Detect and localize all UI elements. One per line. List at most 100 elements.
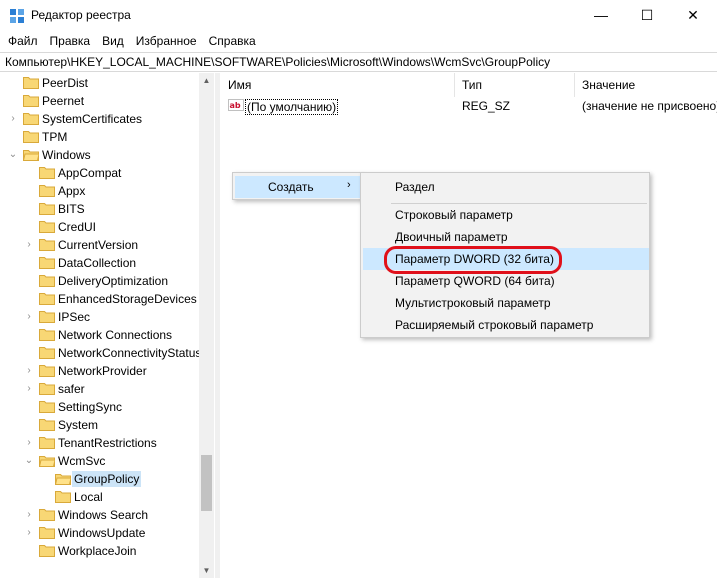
menu-help[interactable]: Справка bbox=[203, 31, 262, 51]
tree-item-label: WindowsUpdate bbox=[58, 526, 146, 540]
tree-item[interactable]: › CurrentVersion bbox=[0, 236, 200, 254]
tree-item[interactable]: EnhancedStorageDevices bbox=[0, 290, 200, 308]
menu-view[interactable]: Вид bbox=[96, 31, 130, 51]
menu-edit[interactable]: Правка bbox=[44, 31, 97, 51]
folder-icon bbox=[39, 437, 55, 449]
tree-item[interactable]: System bbox=[0, 416, 200, 434]
chevron-right-icon[interactable] bbox=[24, 347, 34, 359]
chevron-right-icon[interactable]: › bbox=[24, 509, 34, 521]
folder-icon bbox=[39, 293, 55, 305]
chevron-right-icon[interactable] bbox=[24, 257, 34, 269]
chevron-right-icon[interactable] bbox=[24, 401, 34, 413]
scroll-up-icon[interactable]: ▲ bbox=[199, 73, 214, 88]
chevron-right-icon[interactable] bbox=[40, 473, 50, 485]
tree-item[interactable]: › WindowsUpdate bbox=[0, 524, 200, 542]
window-title: Редактор реестра bbox=[31, 8, 131, 22]
tree-item[interactable]: › TenantRestrictions bbox=[0, 434, 200, 452]
folder-icon bbox=[39, 167, 55, 179]
tree-item[interactable]: CredUI bbox=[0, 218, 200, 236]
tree-item[interactable]: › SystemCertificates bbox=[0, 110, 200, 128]
chevron-right-icon[interactable] bbox=[24, 329, 34, 341]
chevron-right-icon[interactable] bbox=[24, 221, 34, 233]
tree-item[interactable]: › Windows Search bbox=[0, 506, 200, 524]
tree-item[interactable]: Network Connections bbox=[0, 326, 200, 344]
minimize-button[interactable]: — bbox=[578, 0, 624, 30]
tree-item[interactable]: Appx bbox=[0, 182, 200, 200]
scroll-down-icon[interactable]: ▼ bbox=[199, 563, 214, 578]
tree-item[interactable]: Peernet bbox=[0, 92, 200, 110]
folder-icon bbox=[39, 257, 55, 269]
chevron-right-icon[interactable]: › bbox=[24, 527, 34, 539]
table-row[interactable]: (По умолчанию) REG_SZ (значение не присв… bbox=[221, 97, 717, 115]
tree-item[interactable]: Local bbox=[0, 488, 200, 506]
folder-icon bbox=[39, 275, 55, 287]
chevron-right-icon[interactable] bbox=[24, 185, 34, 197]
column-type[interactable]: Тип bbox=[455, 73, 575, 97]
close-button[interactable]: ✕ bbox=[670, 0, 716, 30]
column-name[interactable]: Имя bbox=[221, 73, 455, 97]
tree-item[interactable]: ⌄ WcmSvc bbox=[0, 452, 200, 470]
tree-scroll-thumb[interactable] bbox=[201, 455, 212, 511]
chevron-right-icon[interactable] bbox=[24, 419, 34, 431]
tree-item-label: BITS bbox=[58, 202, 85, 216]
pane-splitter[interactable] bbox=[215, 73, 220, 578]
folder-icon bbox=[39, 185, 55, 197]
menu-item-string-value[interactable]: Строковый параметр bbox=[363, 204, 649, 226]
tree-item[interactable]: SettingSync bbox=[0, 398, 200, 416]
chevron-right-icon[interactable]: › bbox=[24, 365, 34, 377]
folder-icon bbox=[39, 311, 55, 323]
address-bar[interactable]: Компьютер\HKEY_LOCAL_MACHINE\SOFTWARE\Po… bbox=[0, 52, 717, 72]
tree-item[interactable]: › safer bbox=[0, 380, 200, 398]
chevron-right-icon[interactable]: › bbox=[24, 311, 34, 323]
tree-item[interactable]: WorkplaceJoin bbox=[0, 542, 200, 560]
menu-item-key[interactable]: Раздел bbox=[363, 176, 649, 198]
chevron-right-icon[interactable] bbox=[8, 131, 18, 143]
menu-favorites[interactable]: Избранное bbox=[130, 31, 203, 51]
tree-item[interactable]: GroupPolicy bbox=[0, 470, 200, 488]
chevron-right-icon[interactable] bbox=[40, 491, 50, 503]
menu-item-create[interactable]: Создать › bbox=[235, 176, 361, 198]
tree-item-label: Network Connections bbox=[58, 328, 173, 342]
chevron-right-icon[interactable] bbox=[8, 95, 18, 107]
menu-file[interactable]: Файл bbox=[0, 31, 44, 51]
maximize-button[interactable]: ☐ bbox=[624, 0, 670, 30]
tree-item[interactable]: DataCollection bbox=[0, 254, 200, 272]
tree-item-label: TenantRestrictions bbox=[58, 436, 157, 450]
column-value[interactable]: Значение bbox=[575, 73, 717, 97]
chevron-right-icon[interactable] bbox=[24, 275, 34, 287]
menu-item-binary-value[interactable]: Двоичный параметр bbox=[363, 226, 649, 248]
chevron-right-icon[interactable] bbox=[24, 203, 34, 215]
tree-item[interactable]: TPM bbox=[0, 128, 200, 146]
tree-item[interactable]: ⌄ Windows bbox=[0, 146, 200, 164]
menu-item-multistring-value[interactable]: Мультистроковый параметр bbox=[363, 292, 649, 314]
folder-icon bbox=[39, 419, 55, 431]
tree-item[interactable]: AppCompat bbox=[0, 164, 200, 182]
chevron-right-icon[interactable]: › bbox=[24, 437, 34, 449]
chevron-right-icon[interactable] bbox=[24, 293, 34, 305]
menu-item-label: Строковый параметр bbox=[395, 208, 513, 222]
chevron-down-icon[interactable]: ⌄ bbox=[24, 455, 34, 467]
chevron-right-icon[interactable] bbox=[8, 77, 18, 89]
chevron-right-icon[interactable] bbox=[24, 545, 34, 557]
chevron-right-icon[interactable]: › bbox=[24, 383, 34, 395]
menu-bar: Файл Правка Вид Избранное Справка bbox=[0, 31, 717, 51]
tree-item[interactable]: › IPSec bbox=[0, 308, 200, 326]
chevron-right-icon[interactable] bbox=[24, 167, 34, 179]
tree-item[interactable]: › NetworkProvider bbox=[0, 362, 200, 380]
value-name: (По умолчанию) bbox=[245, 99, 339, 115]
menu-item-expandable-string-value[interactable]: Расширяемый строковый параметр bbox=[363, 314, 649, 336]
title-bar: Редактор реестра — ☐ ✕ bbox=[0, 0, 717, 30]
tree-item[interactable]: PeerDist bbox=[0, 74, 200, 92]
registry-tree[interactable]: PeerDist Peernet › SystemCertificates TPM ⌄ Wi… bbox=[0, 73, 214, 578]
tree-item-label: Peernet bbox=[42, 94, 85, 108]
tree-item-label: Local bbox=[74, 490, 103, 504]
highlight-annotation bbox=[384, 246, 562, 274]
chevron-down-icon[interactable]: ⌄ bbox=[8, 149, 18, 161]
tree-item[interactable]: DeliveryOptimization bbox=[0, 272, 200, 290]
tree-item[interactable]: BITS bbox=[0, 200, 200, 218]
chevron-right-icon[interactable]: › bbox=[8, 113, 18, 125]
tree-item-label: NetworkProvider bbox=[58, 364, 147, 378]
tree-item-label: SystemCertificates bbox=[42, 112, 143, 126]
chevron-right-icon[interactable]: › bbox=[24, 239, 34, 251]
tree-item[interactable]: NetworkConnectivityStatus bbox=[0, 344, 201, 362]
